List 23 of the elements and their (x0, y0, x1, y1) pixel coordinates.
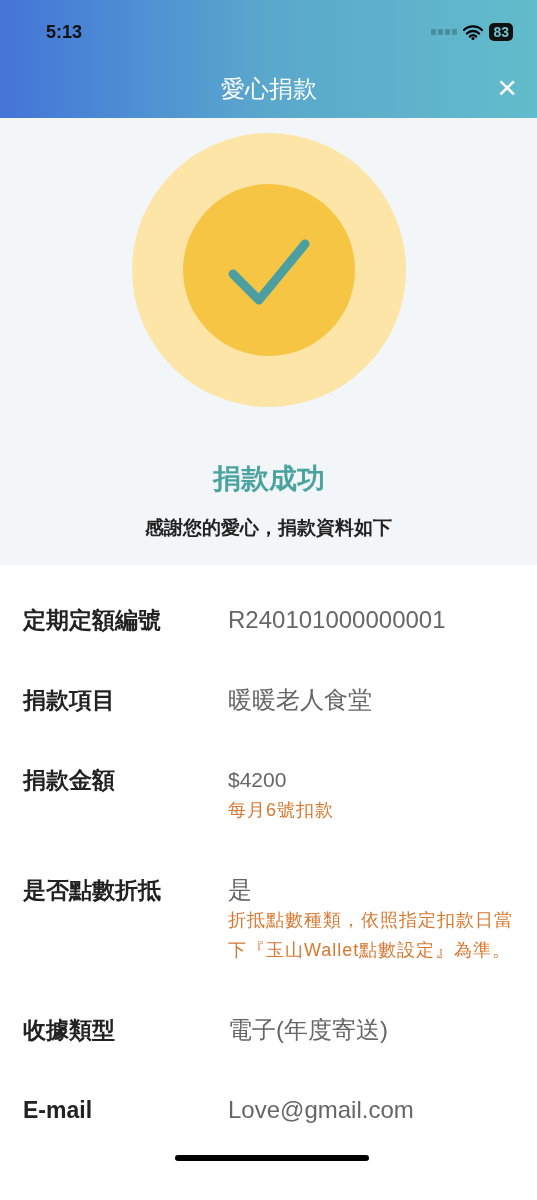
success-title: 捐款成功 (212, 462, 325, 496)
status-time: 5:13 (46, 20, 83, 44)
detail-value: $4200 (228, 767, 288, 793)
detail-value: Love@gmail.com (228, 1095, 415, 1125)
wifi-icon (463, 24, 484, 40)
header-title: 愛心捐款 (220, 74, 317, 104)
detail-label: 定期定額編號 (23, 606, 162, 635)
detail-label: 捐款項目 (23, 686, 116, 715)
detail-label: E-mail (23, 1096, 94, 1125)
detail-label: 是否點數折抵 (23, 876, 162, 905)
detail-label: 收據類型 (23, 1016, 116, 1045)
detail-value: 電子(年度寄送) (228, 1015, 389, 1045)
success-check-icon (130, 132, 407, 408)
signal-icon (431, 29, 458, 35)
success-message: 感謝您的愛心，捐款資料如下 (145, 516, 392, 540)
detail-value: 是 (228, 875, 253, 905)
close-button[interactable]: × (497, 70, 517, 104)
detail-value: R240101000000001 (228, 605, 447, 635)
detail-label: 捐款金額 (23, 766, 116, 795)
detail-note: 每月6號扣款 (228, 799, 335, 822)
battery-indicator: 83 (489, 23, 513, 41)
detail-note: 折抵點數種類，依照指定扣款日當下『玉山Wallet點數設定』為準。 (228, 909, 514, 962)
detail-value: 暖暖老人食堂 (228, 685, 373, 715)
